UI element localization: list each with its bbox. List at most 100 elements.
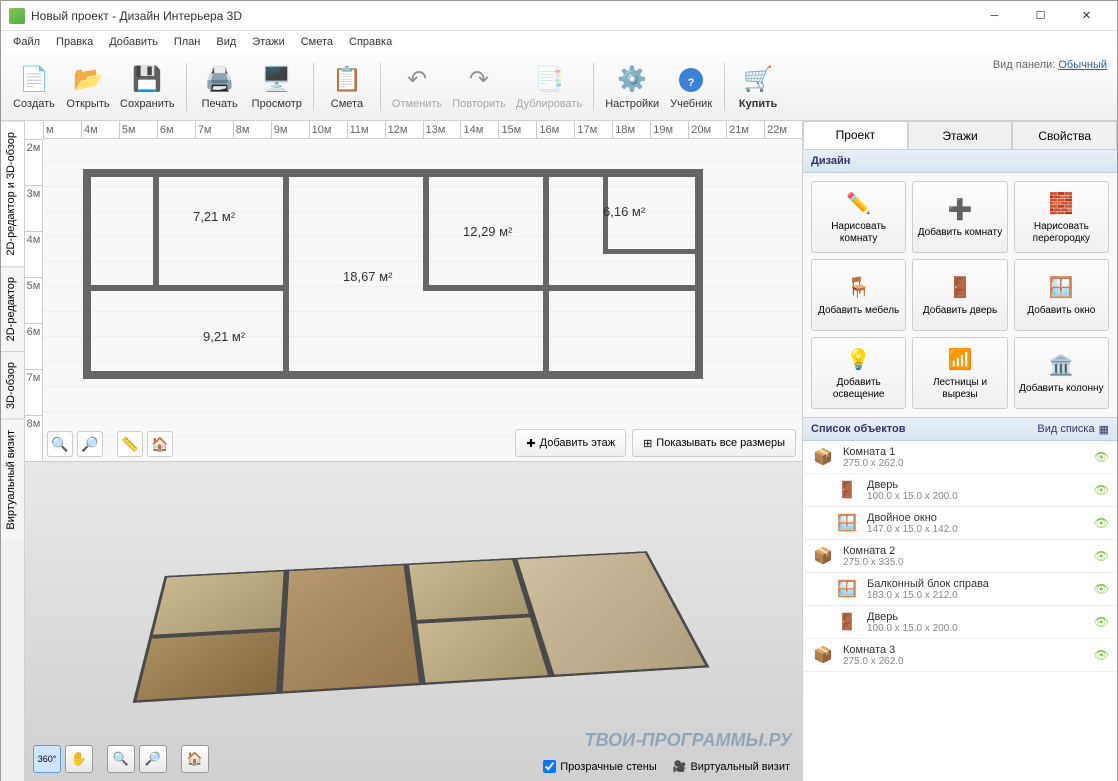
add-floor-button[interactable]: ✚ Добавить этаж [515, 429, 626, 457]
ruler-horizontal: м4м5м6м7м8м9м10м11м12м13м14м15м16м17м18м… [43, 121, 802, 139]
virtual-visit-button[interactable]: 🎥 Виртуальный визит [673, 760, 790, 773]
vtab-0[interactable]: 2D-редактор и 3D-обзор [1, 121, 24, 266]
app-icon [9, 8, 25, 24]
object-row[interactable]: 🪟Балконный блок справа183.0 x 15.0 x 212… [803, 573, 1117, 606]
menu-Смета[interactable]: Смета [293, 34, 341, 50]
show-dimensions-button[interactable]: ⊞ Показывать все размеры [632, 429, 796, 457]
menu-Вид[interactable]: Вид [208, 34, 244, 50]
preview-button[interactable]: 🖥️Просмотр [247, 57, 307, 117]
rotate-360-button[interactable]: 360° [33, 745, 61, 773]
ruler-tool[interactable]: 📏 [117, 431, 143, 457]
zoom-out-button[interactable]: 🔍 [47, 431, 73, 457]
visibility-icon[interactable]: 👁 [1094, 516, 1109, 530]
menu-Добавить[interactable]: Добавить [101, 34, 166, 50]
menu-Справка[interactable]: Справка [341, 34, 400, 50]
maximize-button[interactable]: ☐ [1018, 1, 1063, 30]
undo-button[interactable]: ↶Отменить [387, 57, 447, 117]
clipboard-icon: 📋 [331, 64, 363, 96]
gear-icon: ⚙️ [616, 64, 648, 96]
object-row[interactable]: 🪟Двойное окно147.0 x 15.0 x 142.0👁 [803, 507, 1117, 540]
design-section-header: Дизайн [803, 149, 1117, 173]
sidetab-Свойства[interactable]: Свойства [1012, 121, 1117, 149]
redo-icon: ↷ [463, 64, 495, 96]
toolbar: 📄Создать 📂Открыть 💾Сохранить 🖨️Печать 🖥️… [1, 53, 1117, 121]
menu-Правка[interactable]: Правка [48, 34, 101, 50]
open-button[interactable]: 📂Открыть [61, 57, 115, 117]
floorplan: 7,21 м²18,67 м²12,29 м²6,16 м²9,21 м² [83, 149, 723, 389]
duplicate-button[interactable]: 📑Дублировать [511, 57, 587, 117]
visibility-icon[interactable]: 👁 [1094, 549, 1109, 563]
close-button[interactable]: ✕ [1064, 1, 1109, 30]
cart-icon: 🛒 [742, 64, 774, 96]
object-row[interactable]: 🚪Дверь100.0 x 15.0 x 200.0👁 [803, 474, 1117, 507]
design-Нарисовать-перегородку[interactable]: 🧱Нарисовать перегородку [1014, 181, 1109, 253]
design-Добавить-освещение[interactable]: 💡Добавить освещение [811, 337, 906, 409]
design-Добавить-комнату[interactable]: ➕Добавить комнату [912, 181, 1007, 253]
ruler-vertical: 2м3м4м5м6м7м8м [25, 139, 43, 461]
save-icon: 💾 [131, 64, 163, 96]
design-Нарисовать-комнату[interactable]: ✏️Нарисовать комнату [811, 181, 906, 253]
left-tabs: 2D-редактор и 3D-обзор2D-редактор3D-обзо… [1, 121, 25, 781]
tutorial-button[interactable]: ?Учебник [664, 57, 718, 117]
visibility-icon[interactable]: 👁 [1094, 648, 1109, 662]
undo-icon: ↶ [401, 64, 433, 96]
zoom-in-button[interactable]: 🔎 [77, 431, 103, 457]
sidetab-Проект[interactable]: Проект [803, 121, 908, 149]
menu-Файл[interactable]: Файл [5, 34, 48, 50]
design-Добавить-окно[interactable]: 🪟Добавить окно [1014, 259, 1109, 331]
save-button[interactable]: 💾Сохранить [115, 57, 180, 117]
visibility-icon[interactable]: 👁 [1094, 450, 1109, 464]
titlebar: Новый проект - Дизайн Интерьера 3D ─ ☐ ✕ [1, 1, 1117, 31]
object-row[interactable]: 🚪Дверь100.0 x 15.0 x 200.0👁 [803, 606, 1117, 639]
watermark: ТВОИ֊ПРОГРАММЫ.РУ [585, 730, 792, 751]
room-area-label: 12,29 м² [463, 224, 512, 239]
room-area-label: 18,67 м² [343, 269, 392, 284]
menubar: ФайлПравкаДобавитьПланВидЭтажиСметаСправ… [1, 31, 1117, 53]
visibility-icon[interactable]: 👁 [1094, 615, 1109, 629]
design-Лестницы-и-вырезы[interactable]: 📶Лестницы и вырезы [912, 337, 1007, 409]
print-button[interactable]: 🖨️Печать [193, 57, 247, 117]
monitor-icon: 🖥️ [261, 64, 293, 96]
folder-open-icon: 📂 [72, 64, 104, 96]
transparent-walls-checkbox[interactable]: Прозрачные стены [543, 760, 656, 773]
pan-button[interactable]: ✋ [65, 745, 93, 773]
plan-2d-canvas[interactable]: 7,21 м²18,67 м²12,29 м²6,16 м²9,21 м² 🔍 … [43, 139, 802, 461]
design-Добавить-колонну[interactable]: 🏛️Добавить колонну [1014, 337, 1109, 409]
help-icon: ? [675, 64, 707, 96]
object-row[interactable]: 📦Комната 2275.0 x 335.0👁 [803, 540, 1117, 573]
object-row[interactable]: 📦Комната 3275.0 x 262.0👁 [803, 639, 1117, 672]
home-button[interactable]: 🏠 [147, 431, 173, 457]
visibility-icon[interactable]: 👁 [1094, 582, 1109, 596]
vtab-1[interactable]: 2D-редактор [1, 266, 24, 351]
plan-2d-tools: 🔍 🔎 📏 🏠 [47, 431, 173, 457]
minimize-button[interactable]: ─ [972, 1, 1017, 30]
menu-План[interactable]: План [166, 34, 209, 50]
zoom-in-3d-button[interactable]: 🔎 [139, 745, 167, 773]
printer-icon: 🖨️ [204, 64, 236, 96]
panel-mode-link[interactable]: Обычный [1058, 59, 1107, 71]
redo-button[interactable]: ↷Повторить [447, 57, 511, 117]
object-row[interactable]: 📦Комната 1275.0 x 262.0👁 [803, 441, 1117, 474]
window-title: Новый проект - Дизайн Интерьера 3D [31, 9, 972, 23]
sidetab-Этажи[interactable]: Этажи [908, 121, 1013, 149]
panel-mode: Вид панели: Обычный [993, 59, 1107, 71]
design-Добавить-дверь[interactable]: 🚪Добавить дверь [912, 259, 1007, 331]
create-button[interactable]: 📄Создать [7, 57, 61, 117]
object-list: 📦Комната 1275.0 x 262.0👁🚪Дверь100.0 x 15… [803, 441, 1117, 781]
vtab-2[interactable]: 3D-обзор [1, 351, 24, 419]
zoom-out-3d-button[interactable]: 🔍 [107, 745, 135, 773]
estimate-button[interactable]: 📋Смета [320, 57, 374, 117]
vtab-3[interactable]: Виртуальный визит [1, 419, 24, 540]
duplicate-icon: 📑 [533, 64, 565, 96]
room-area-label: 7,21 м² [193, 209, 235, 224]
design-Добавить-мебель[interactable]: 🪑Добавить мебель [811, 259, 906, 331]
view-3d-canvas[interactable]: ТВОИ֊ПРОГРАММЫ.РУ 360° ✋ 🔍 🔎 🏠 Прозрачны… [25, 461, 802, 781]
buy-button[interactable]: 🛒Купить [731, 57, 785, 117]
list-view-toggle[interactable]: Вид списка ▦ [1037, 423, 1109, 436]
home-3d-button[interactable]: 🏠 [181, 745, 209, 773]
settings-button[interactable]: ⚙️Настройки [600, 57, 664, 117]
new-file-icon: 📄 [18, 64, 50, 96]
menu-Этажи[interactable]: Этажи [244, 34, 292, 50]
visibility-icon[interactable]: 👁 [1094, 483, 1109, 497]
room-area-label: 9,21 м² [203, 329, 245, 344]
